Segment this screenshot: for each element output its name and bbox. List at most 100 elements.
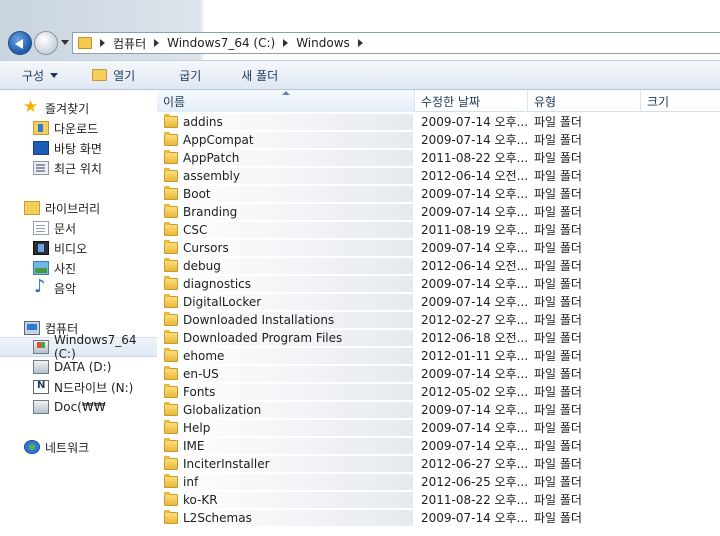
recent-places-icon	[33, 161, 49, 175]
folder-icon	[78, 37, 92, 49]
file-name: Cursors	[183, 241, 229, 255]
breadcrumb-arrow-icon[interactable]	[100, 39, 105, 47]
breadcrumb-windows[interactable]: Windows	[296, 36, 350, 50]
nav-drive-d[interactable]: DATA (D:)	[0, 357, 157, 377]
file-row[interactable]: ehome 2012-01-11 오후... 파일 폴더	[157, 347, 720, 365]
file-name: Help	[183, 421, 211, 435]
file-row[interactable]: DigitalLocker 2009-07-14 오후... 파일 폴더	[157, 293, 720, 311]
nav-drive-c[interactable]: Windows7_64 (C:)	[0, 333, 157, 361]
file-type: 파일 폴더	[534, 313, 582, 327]
address-bar[interactable]: 컴퓨터 Windows7_64 (C:) Windows	[72, 32, 720, 54]
file-date: 2012-06-18 오전...	[421, 331, 529, 345]
new-folder-button[interactable]: 새 폴더	[235, 63, 284, 87]
file-date: 2009-07-14 오후...	[421, 133, 529, 147]
breadcrumb-drive-c[interactable]: Windows7_64 (C:)	[167, 36, 275, 50]
file-row[interactable]: debug 2012-06-14 오전... 파일 폴더	[157, 257, 720, 275]
file-row[interactable]: Cursors 2009-07-14 오후... 파일 폴더	[157, 239, 720, 257]
file-row[interactable]: Boot 2009-07-14 오후... 파일 폴더	[157, 185, 720, 203]
nav-music-label: 음악	[54, 281, 77, 296]
column-header-type-label: 유형	[534, 94, 557, 109]
file-name: AppPatch	[183, 151, 240, 165]
file-name-cell: Fonts	[163, 384, 413, 400]
file-type: 파일 폴더	[534, 439, 582, 453]
folder-icon	[164, 150, 178, 164]
file-name-cell: ehome	[163, 348, 413, 364]
nav-documents-label: 문서	[54, 221, 77, 236]
file-name-cell: AppCompat	[163, 132, 413, 148]
file-row[interactable]: Fonts 2012-05-02 오후... 파일 폴더	[157, 383, 720, 401]
nav-music[interactable]: 음악	[0, 276, 157, 298]
nav-recent[interactable]: 최근 위치	[0, 158, 157, 178]
burn-button[interactable]: 굽기	[173, 63, 207, 87]
forward-button[interactable]	[34, 31, 58, 55]
file-name: Fonts	[183, 385, 216, 399]
file-row[interactable]: en-US 2009-07-14 오후... 파일 폴더	[157, 365, 720, 383]
file-date: 2012-05-02 오후...	[421, 385, 529, 399]
folder-icon	[164, 402, 178, 416]
nav-downloads[interactable]: 다운로드	[0, 118, 157, 138]
file-row[interactable]: Downloaded Program Files 2012-06-18 오전...…	[157, 329, 720, 347]
file-row[interactable]: assembly 2012-06-14 오전... 파일 폴더	[157, 167, 720, 185]
file-type: 파일 폴더	[534, 385, 582, 399]
breadcrumb-arrow-icon[interactable]	[357, 39, 363, 47]
column-header-size[interactable]: 크기	[641, 90, 720, 112]
file-row[interactable]: CSC 2011-08-19 오후... 파일 폴더	[157, 221, 720, 239]
file-row[interactable]: addins 2009-07-14 오후... 파일 폴더	[157, 113, 720, 131]
nav-favorites[interactable]: 즐겨찾기	[0, 97, 157, 118]
file-date: 2009-07-14 오후...	[421, 367, 529, 381]
recent-pages-chevron-down-icon[interactable]	[61, 40, 69, 45]
system-drive-icon	[33, 340, 49, 354]
file-row[interactable]: L2Schemas 2009-07-14 오후... 파일 폴더	[157, 509, 720, 527]
nav-documents[interactable]: 문서	[0, 218, 157, 238]
folder-icon	[164, 312, 178, 326]
nav-network[interactable]: 네트워크	[0, 437, 157, 457]
folder-icon	[164, 132, 178, 146]
file-name: inf	[183, 475, 199, 489]
file-row[interactable]: IME 2009-07-14 오후... 파일 폴더	[157, 437, 720, 455]
file-name: Branding	[183, 205, 238, 219]
column-header-date[interactable]: 수정한 날짜	[415, 90, 528, 112]
folder-icon	[164, 168, 178, 182]
breadcrumb-computer[interactable]: 컴퓨터	[113, 35, 146, 52]
file-row[interactable]: Help 2009-07-14 오후... 파일 폴더	[157, 419, 720, 437]
nav-videos[interactable]: 비디오	[0, 238, 157, 258]
organize-label: 구성	[22, 68, 45, 83]
back-button[interactable]	[8, 31, 32, 55]
folder-icon	[164, 258, 178, 272]
open-folder-icon	[92, 69, 108, 81]
file-name-cell: debug	[163, 258, 413, 274]
file-date: 2011-08-22 오후...	[421, 493, 529, 507]
nav-libraries[interactable]: 라이브러리	[0, 198, 157, 218]
nav-pictures[interactable]: 사진	[0, 258, 157, 278]
file-name: Downloaded Installations	[183, 313, 335, 327]
file-row[interactable]: Globalization 2009-07-14 오후... 파일 폴더	[157, 401, 720, 419]
file-row[interactable]: AppPatch 2011-08-22 오후... 파일 폴더	[157, 149, 720, 167]
file-row[interactable]: inf 2012-06-25 오후... 파일 폴더	[157, 473, 720, 491]
file-name: Boot	[183, 187, 211, 201]
file-row[interactable]: ko-KR 2011-08-22 오후... 파일 폴더	[157, 491, 720, 509]
file-row[interactable]: Downloaded Installations 2012-02-27 오후...…	[157, 311, 720, 329]
organize-button[interactable]: 구성	[16, 63, 64, 87]
nav-network-label: 네트워크	[45, 440, 90, 455]
column-header-name[interactable]: 이름	[157, 90, 415, 112]
folder-icon	[164, 492, 178, 506]
file-type: 파일 폴더	[534, 241, 582, 255]
file-row[interactable]: InciterInstaller 2012-06-27 오후... 파일 폴더	[157, 455, 720, 473]
folder-icon	[164, 186, 178, 200]
open-label: 열기	[113, 68, 136, 83]
breadcrumb-arrow-icon[interactable]	[283, 39, 289, 47]
open-button[interactable]: 열기	[86, 63, 141, 87]
file-name-cell: assembly	[163, 168, 413, 184]
file-row[interactable]: diagnostics 2009-07-14 오후... 파일 폴더	[157, 275, 720, 293]
nav-desktop[interactable]: 바탕 화면	[0, 138, 157, 158]
nav-pictures-label: 사진	[54, 261, 77, 276]
file-row[interactable]: AppCompat 2009-07-14 오후... 파일 폴더	[157, 131, 720, 149]
breadcrumb-arrow-icon[interactable]	[154, 39, 160, 47]
burn-label: 굽기	[179, 68, 202, 83]
file-type: 파일 폴더	[534, 475, 582, 489]
file-row[interactable]: Branding 2009-07-14 오후... 파일 폴더	[157, 203, 720, 221]
nav-drive-doc[interactable]: Doc(₩₩	[0, 397, 157, 417]
network-drive-icon	[33, 400, 49, 414]
nav-drive-n[interactable]: N드라이브 (N:)	[0, 377, 157, 397]
column-header-type[interactable]: 유형	[528, 90, 641, 112]
